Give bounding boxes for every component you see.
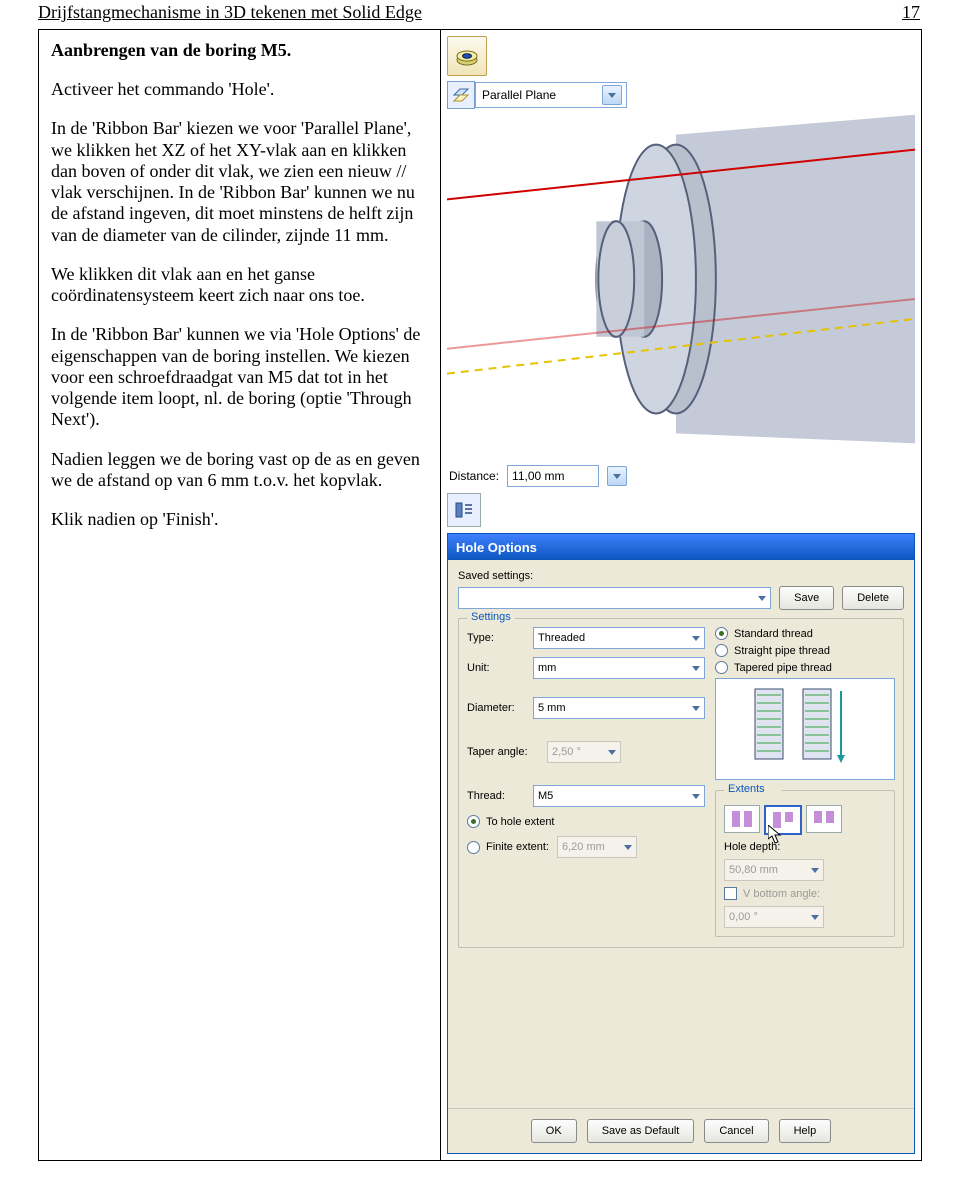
paragraph: Klik nadien op 'Finish'. <box>51 509 430 530</box>
cursor-icon <box>768 825 782 845</box>
paragraph: In de 'Ribbon Bar' kunnen we via 'Hole O… <box>51 324 430 430</box>
hole-depth-input: 50,80 mm <box>724 859 824 881</box>
plane-dropdown-value: Parallel Plane <box>482 88 556 102</box>
page-header: Drijfstangmechanisme in 3D tekenen met S… <box>0 0 960 23</box>
paragraph: Activeer het commando 'Hole'. <box>51 79 430 100</box>
plane-dropdown[interactable]: Parallel Plane <box>475 82 627 108</box>
saved-settings-dropdown[interactable] <box>458 587 771 609</box>
type-label: Type: <box>467 632 525 644</box>
hole-command-icon[interactable] <box>447 36 487 76</box>
dialog-titlebar: Hole Options <box>448 534 914 560</box>
dialog-title: Hole Options <box>456 540 537 555</box>
extent-through-all-icon[interactable] <box>724 805 760 833</box>
chevron-down-icon[interactable] <box>607 466 627 486</box>
paragraph: Nadien leggen we de boring vast op de as… <box>51 449 430 491</box>
help-button[interactable]: Help <box>779 1119 832 1143</box>
save-default-button[interactable]: Save as Default <box>587 1119 695 1143</box>
settings-legend: Settings <box>467 611 515 623</box>
extent-finite-icon[interactable] <box>806 805 842 833</box>
to-hole-extent-radio[interactable]: To hole extent <box>467 815 705 828</box>
distance-label: Distance: <box>449 469 499 483</box>
finite-extent-input: 6,20 mm <box>557 836 637 858</box>
type-dropdown[interactable]: Threaded <box>533 627 705 649</box>
distance-row: Distance: 11,00 mm <box>447 465 915 487</box>
settings-group: Settings Type: Threaded Unit: <box>458 618 904 948</box>
diameter-label: Diameter: <box>467 702 525 714</box>
distance-value: 11,00 mm <box>512 469 564 483</box>
unit-label: Unit: <box>467 662 525 674</box>
instructions-column: Aanbrengen van de boring M5. Activeer he… <box>39 30 441 1160</box>
unit-dropdown[interactable]: mm <box>533 657 705 679</box>
content-table: Aanbrengen van de boring M5. Activeer he… <box>38 29 922 1161</box>
page-number: 17 <box>902 2 920 23</box>
taper-label: Taper angle: <box>467 746 539 758</box>
screenshots-column: Parallel Plane <box>441 30 921 1160</box>
chevron-down-icon[interactable] <box>602 85 622 105</box>
paragraph: We klikken dit vlak aan en het ganse coö… <box>51 264 430 306</box>
extents-group: Extents <box>715 790 895 937</box>
straight-pipe-radio[interactable]: Straight pipe thread <box>715 644 895 657</box>
v-bottom-check: V bottom angle: <box>724 887 886 900</box>
finite-extent-radio[interactable]: Finite extent: <box>467 841 549 854</box>
parallel-plane-selector: Parallel Plane <box>447 82 915 108</box>
saved-settings-label: Saved settings: <box>458 570 543 582</box>
diameter-dropdown[interactable]: 5 mm <box>533 697 705 719</box>
save-button[interactable]: Save <box>779 586 834 610</box>
taper-input: 2,50 ° <box>547 741 621 763</box>
standard-thread-radio[interactable]: Standard thread <box>715 627 895 640</box>
thread-dropdown[interactable]: M5 <box>533 785 705 807</box>
hole-options-icon[interactable] <box>447 493 481 527</box>
dialog-button-row: OK Save as Default Cancel Help <box>448 1108 914 1153</box>
plane-icon[interactable] <box>447 81 475 109</box>
extents-legend: Extents <box>724 783 782 795</box>
v-bottom-input: 0,00 ° <box>724 906 824 928</box>
tapered-pipe-radio[interactable]: Tapered pipe thread <box>715 661 895 674</box>
doc-title: Drijfstangmechanisme in 3D tekenen met S… <box>38 2 422 23</box>
cancel-button[interactable]: Cancel <box>704 1119 768 1143</box>
ok-button[interactable]: OK <box>531 1119 577 1143</box>
hole-options-dialog: Hole Options Saved settings: Save Delete… <box>447 533 915 1154</box>
thread-label: Thread: <box>467 790 525 802</box>
hole-preview-icon <box>715 678 895 780</box>
delete-button[interactable]: Delete <box>842 586 904 610</box>
model-preview-panel <box>447 114 915 459</box>
distance-input[interactable]: 11,00 mm <box>507 465 599 487</box>
paragraph: In de 'Ribbon Bar' kiezen we voor 'Paral… <box>51 118 430 245</box>
section-heading: Aanbrengen van de boring M5. <box>51 40 430 61</box>
